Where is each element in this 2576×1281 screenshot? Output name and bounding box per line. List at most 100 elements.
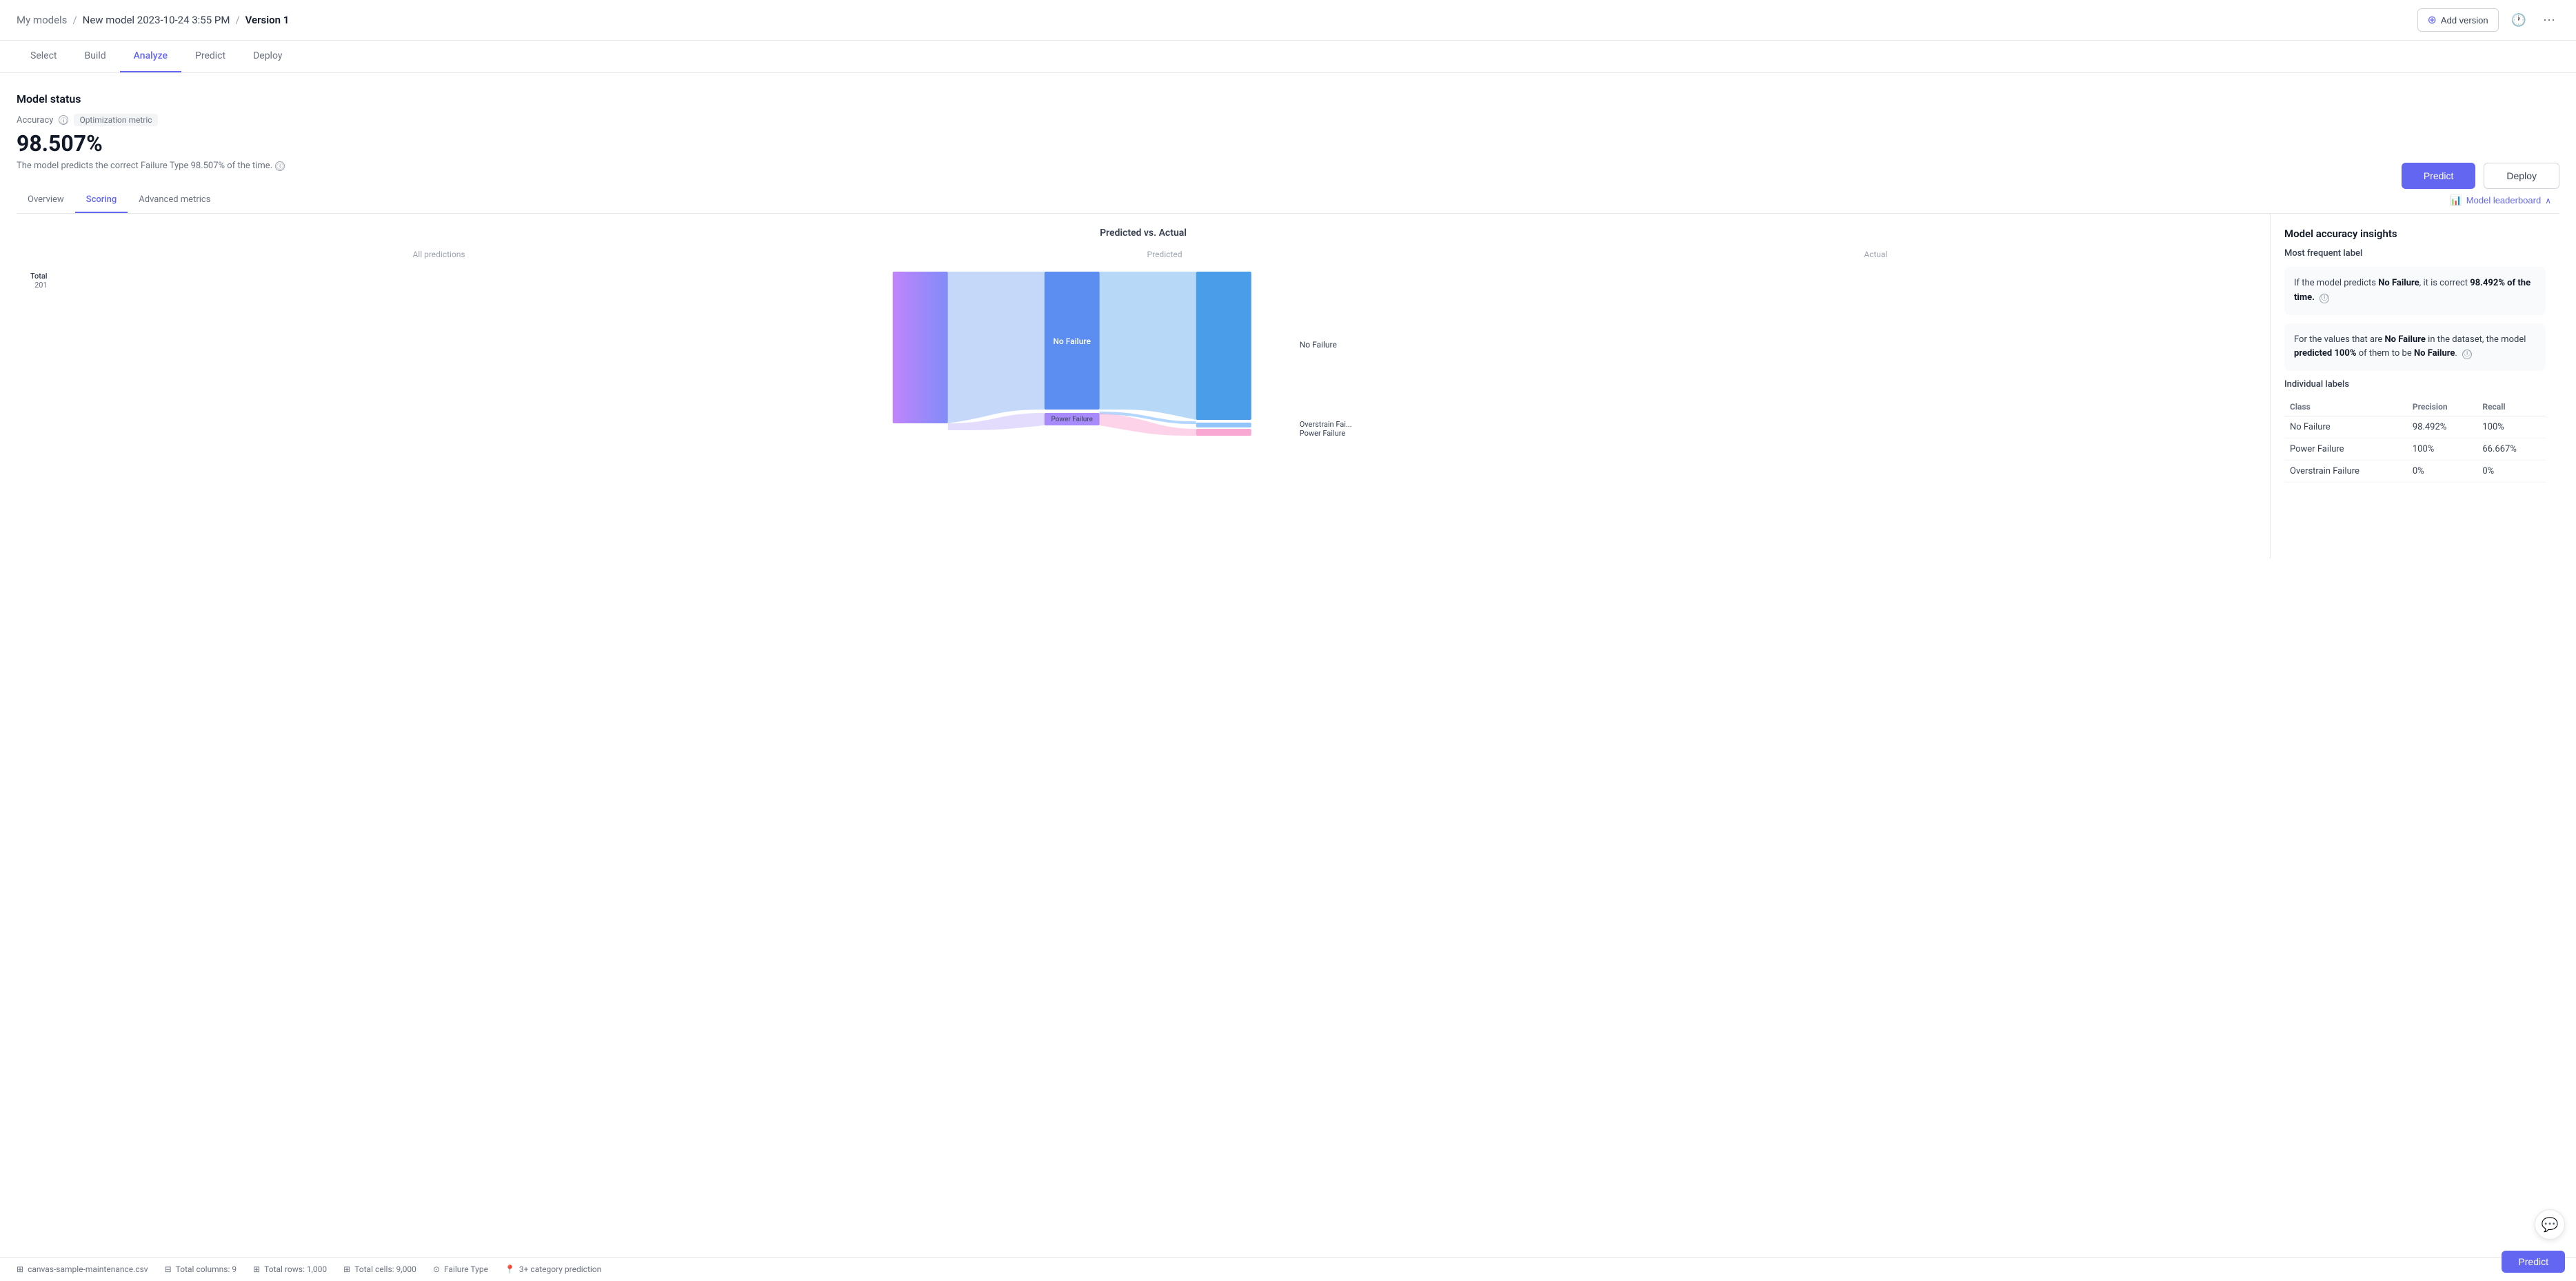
table-row: Overstrain Failure 0% 0% bbox=[2284, 461, 2546, 483]
footer-target-text: Failure Type bbox=[444, 1264, 488, 1274]
sub-tab-advanced[interactable]: Advanced metrics bbox=[128, 188, 221, 213]
footer-prediction-type-text: 3+ category prediction bbox=[519, 1264, 601, 1274]
prediction-type-icon: 📍 bbox=[505, 1264, 515, 1274]
tab-select[interactable]: Select bbox=[17, 41, 70, 72]
predict-button-main[interactable]: Predict bbox=[2402, 163, 2476, 189]
nav-tabs: Select Build Analyze Predict Deploy bbox=[0, 41, 2576, 73]
footer-predict-button[interactable]: Predict bbox=[2502, 1251, 2565, 1273]
label-all-predictions: All predictions bbox=[412, 250, 465, 259]
footer-rows: ⊞ Total rows: 1,000 bbox=[253, 1264, 327, 1274]
y-axis: Total 201 bbox=[30, 265, 53, 290]
sankey-chart: No Failure Power Failure No Failure Over… bbox=[53, 265, 2256, 458]
labels-table-body: No Failure 98.492% 100% Power Failure 10… bbox=[2284, 416, 2546, 483]
sub-tab-scoring[interactable]: Scoring bbox=[75, 188, 128, 213]
target-icon: ⊙ bbox=[433, 1264, 440, 1274]
version-label: Version 1 bbox=[245, 14, 290, 26]
accuracy-value: 98.507% bbox=[17, 130, 2559, 157]
history-icon-button[interactable]: 🕐 bbox=[2507, 9, 2530, 32]
row-3-precision: 0% bbox=[2407, 461, 2477, 483]
table-row: Power Failure 100% 66.667% bbox=[2284, 438, 2546, 461]
insight-2-info-icon[interactable]: ⓘ bbox=[2462, 350, 2472, 359]
header-actions: ⊕ Add version 🕐 ⋯ bbox=[2417, 8, 2559, 32]
actual-overstrain-block bbox=[1196, 423, 1251, 427]
my-models-link[interactable]: My models bbox=[17, 14, 67, 26]
right-panel: Model accuracy insights Most frequent la… bbox=[2270, 214, 2559, 558]
chart-title: Predicted vs. Actual bbox=[30, 228, 2256, 239]
chart-labels-row: All predictions Predicted Actual bbox=[30, 250, 2256, 259]
insight-1-info-icon[interactable]: ⓘ bbox=[2320, 294, 2329, 303]
accuracy-info-icon[interactable]: ⓘ bbox=[59, 115, 68, 125]
main-content: Model status Accuracy ⓘ Optimization met… bbox=[0, 73, 2576, 558]
no-failure-predicted-label: No Failure bbox=[1053, 336, 1091, 346]
footer-file: ⊞ canvas-sample-maintenance.csv bbox=[17, 1264, 148, 1274]
accuracy-desc-info-icon[interactable]: ⓘ bbox=[275, 161, 285, 171]
label-actual: Actual bbox=[1864, 250, 1887, 259]
no-failure-actual-label: No Failure bbox=[1299, 340, 1336, 350]
footer-columns-text: Total columns: 9 bbox=[176, 1264, 237, 1274]
more-options-button[interactable]: ⋯ bbox=[2539, 9, 2559, 32]
table-icon: ⊞ bbox=[17, 1264, 23, 1274]
optimization-metric-badge: Optimization metric bbox=[74, 114, 157, 126]
separator-1: / bbox=[72, 14, 77, 26]
col-recall: Recall bbox=[2477, 398, 2546, 416]
tab-deploy[interactable]: Deploy bbox=[239, 41, 296, 72]
ellipsis-icon: ⋯ bbox=[2543, 13, 2555, 27]
power-failure-predicted-label: Power Failure bbox=[1051, 416, 1092, 423]
sub-tab-overview[interactable]: Overview bbox=[17, 188, 75, 213]
row-2-precision: 100% bbox=[2407, 438, 2477, 461]
sub-tabs-row: Overview Scoring Advanced metrics 📊 Mode… bbox=[17, 188, 2559, 214]
insight-box-1: If the model predicts No Failure, it is … bbox=[2284, 267, 2546, 315]
action-buttons: Predict Deploy bbox=[2402, 163, 2559, 189]
footer-cells-text: Total cells: 9,000 bbox=[354, 1264, 416, 1274]
breadcrumb: My models / New model 2023-10-24 3:55 PM… bbox=[17, 14, 289, 26]
overstrain-actual-label: Overstrain Fai... bbox=[1299, 420, 1351, 429]
plus-icon: ⊕ bbox=[2428, 13, 2437, 27]
chat-bubble-button[interactable]: 💬 bbox=[2535, 1209, 2565, 1240]
y-axis-label: Total bbox=[30, 272, 48, 281]
tab-build[interactable]: Build bbox=[70, 41, 119, 72]
panel-title: Model accuracy insights bbox=[2284, 228, 2546, 240]
chart-wrapper: Total 201 bbox=[30, 265, 2256, 458]
actual-power-failure-block bbox=[1196, 429, 1251, 436]
row-2-recall: 66.667% bbox=[2477, 438, 2546, 461]
cells-icon: ⊞ bbox=[343, 1264, 350, 1274]
labels-table-header: Class Precision Recall bbox=[2284, 398, 2546, 416]
chat-icon: 💬 bbox=[2542, 1216, 2559, 1233]
accuracy-label: Accuracy bbox=[17, 115, 53, 125]
insight-2-label2: No Failure bbox=[2414, 348, 2455, 359]
accuracy-row: Accuracy ⓘ Optimization metric bbox=[17, 114, 2559, 126]
actual-no-failure-block bbox=[1196, 272, 1251, 420]
leaderboard-icon: 📊 bbox=[2450, 194, 2462, 206]
rows-icon: ⊞ bbox=[253, 1264, 260, 1274]
row-3-class: Overstrain Failure bbox=[2284, 461, 2407, 483]
add-version-button[interactable]: ⊕ Add version bbox=[2417, 8, 2499, 32]
power-actual-label: Power Failure bbox=[1299, 429, 1345, 438]
most-frequent-label-title: Most frequent label bbox=[2284, 248, 2546, 259]
model-status-section: Model status Accuracy ⓘ Optimization met… bbox=[17, 92, 2559, 171]
label-predicted: Predicted bbox=[1147, 250, 1183, 259]
tab-analyze[interactable]: Analyze bbox=[120, 41, 181, 72]
row-1-precision: 98.492% bbox=[2407, 416, 2477, 438]
row-3-recall: 0% bbox=[2477, 461, 2546, 483]
individual-labels-title: Individual labels bbox=[2284, 379, 2546, 390]
chevron-up-icon: ∧ bbox=[2545, 196, 2551, 205]
footer-rows-text: Total rows: 1,000 bbox=[264, 1264, 327, 1274]
accuracy-desc-text: The model predicts the correct Failure T… bbox=[17, 161, 272, 171]
footer-cells: ⊞ Total cells: 9,000 bbox=[343, 1264, 416, 1274]
table-row: No Failure 98.492% 100% bbox=[2284, 416, 2546, 438]
tab-predict[interactable]: Predict bbox=[181, 41, 239, 72]
flow-all-to-predicted-no-failure bbox=[947, 272, 1044, 423]
model-leaderboard-button[interactable]: 📊 Model leaderboard ∧ bbox=[2442, 189, 2559, 212]
model-name: New model 2023-10-24 3:55 PM bbox=[83, 14, 230, 26]
history-icon: 🕐 bbox=[2511, 13, 2526, 27]
separator-2: / bbox=[235, 14, 239, 26]
accuracy-description: The model predicts the correct Failure T… bbox=[17, 161, 2559, 171]
col-precision: Precision bbox=[2407, 398, 2477, 416]
labels-table: Class Precision Recall No Failure 98.492… bbox=[2284, 398, 2546, 483]
insight-2-predicted: predicted 100% bbox=[2294, 348, 2356, 359]
add-version-label: Add version bbox=[2441, 15, 2488, 26]
model-leaderboard-label: Model leaderboard bbox=[2466, 195, 2541, 205]
footer: ⊞ canvas-sample-maintenance.csv ⊟ Total … bbox=[0, 1257, 2576, 1281]
row-1-recall: 100% bbox=[2477, 416, 2546, 438]
deploy-button-main[interactable]: Deploy bbox=[2484, 163, 2559, 189]
